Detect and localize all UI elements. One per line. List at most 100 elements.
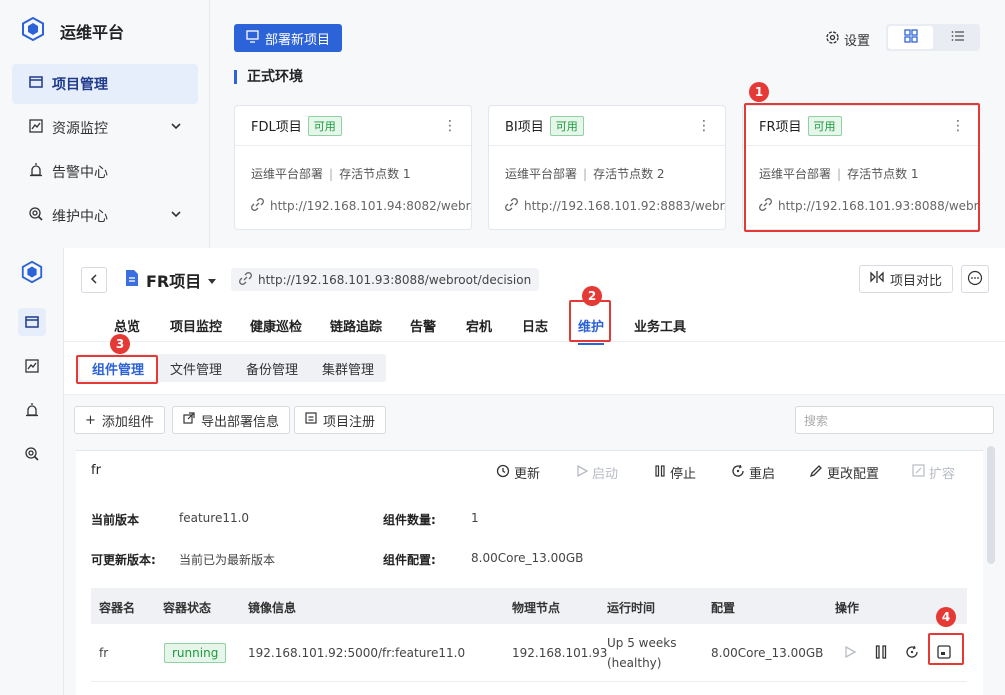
change-config-button[interactable]: 更改配置	[809, 463, 879, 482]
column-header: 运行时间	[607, 601, 656, 615]
folder-icon[interactable]	[18, 308, 46, 336]
more-icon[interactable]: ⋮	[443, 118, 457, 134]
project-compare-button[interactable]: 项目对比	[859, 265, 954, 293]
sidebar-item-resource-monitor[interactable]: 资源监控	[12, 108, 198, 148]
container-status-badge: running	[164, 643, 227, 663]
tab-trace[interactable]: 链路追踪	[330, 316, 382, 335]
scrollbar[interactable]	[987, 446, 995, 564]
link-icon	[505, 198, 518, 214]
start-button[interactable]: 启动	[576, 463, 618, 482]
export-deploy-info-button[interactable]: 导出部署信息	[172, 406, 291, 434]
chart-icon[interactable]	[18, 352, 46, 380]
tab-alarm[interactable]: 告警	[410, 316, 436, 335]
restart-icon	[731, 464, 745, 482]
project-url-text: http://192.168.101.93:8088/webr...	[778, 199, 979, 213]
project-url-text: http://192.168.101.93:8088/webroot/decis…	[258, 272, 532, 287]
scale-label: 扩容	[929, 467, 956, 482]
folder-icon	[28, 74, 44, 94]
deploy-icon	[246, 29, 259, 47]
logo: 运维平台	[20, 16, 124, 45]
more-icon[interactable]: ⋮	[697, 118, 711, 134]
alarm-icon[interactable]	[18, 396, 46, 424]
sidebar-item-alarm-center[interactable]: 告警中心	[12, 152, 198, 192]
subtab-cluster-management[interactable]: 集群管理	[310, 354, 386, 382]
subtab-backup-management[interactable]: 备份管理	[234, 354, 310, 382]
project-url[interactable]: http://192.168.101.92:8883/webr...	[489, 182, 725, 214]
detail-main: FR项目 http://192.168.101.93:8088/webroot/…	[64, 248, 1005, 695]
more-button[interactable]	[961, 265, 989, 293]
project-info: 运维平台部署 | 存活节点数 1	[759, 167, 919, 181]
wrench-icon	[28, 206, 44, 226]
update-label: 更新	[514, 467, 541, 482]
column-header: 操作	[835, 601, 860, 615]
tab-overview[interactable]: 总览	[114, 316, 140, 335]
compare-icon	[870, 270, 884, 288]
sidebar-item-label: 项目管理	[52, 77, 108, 93]
play-icon[interactable]	[840, 642, 860, 662]
deploy-source: 运维平台部署	[759, 167, 832, 181]
grid-view-button[interactable]	[888, 26, 933, 49]
table-row: fr running 192.168.101.92:5000/fr:featur…	[91, 624, 967, 682]
container-config: 8.00Core_13.00GB	[711, 646, 824, 660]
edit-icon	[809, 464, 823, 482]
tab-project-monitor[interactable]: 项目监控	[170, 316, 222, 335]
tab-health-inspection[interactable]: 健康巡检	[250, 316, 302, 335]
wrench-icon[interactable]	[18, 440, 46, 468]
add-component-button[interactable]: + 添加组件	[74, 406, 165, 434]
subtab-file-management[interactable]: 文件管理	[158, 354, 234, 382]
search-input[interactable]: 搜索	[795, 406, 994, 434]
start-label: 启动	[592, 467, 619, 482]
column-header: 容器名	[99, 601, 136, 615]
project-url[interactable]: http://192.168.101.93:8088/webroot/decis…	[231, 268, 540, 291]
updatable-version-value: 当前已为最新版本	[179, 553, 276, 567]
project-name: FR项目	[146, 272, 202, 291]
terminal-icon[interactable]	[934, 642, 954, 662]
restart-button[interactable]: 重启	[731, 463, 775, 482]
container-name: fr	[99, 646, 109, 660]
alarm-icon	[28, 162, 44, 182]
project-card[interactable]: BI项目 可用 ⋮ 运维平台部署 | 存活节点数 2 http://192.168.…	[488, 105, 726, 230]
project-url[interactable]: http://192.168.101.93:8088/webr...	[743, 182, 979, 214]
list-view-button[interactable]	[935, 24, 980, 51]
step-marker: 4	[936, 607, 956, 627]
deploy-project-button[interactable]: 部署新项目	[234, 24, 343, 52]
pause-icon	[654, 464, 666, 481]
tab-business-tools[interactable]: 业务工具	[634, 316, 686, 335]
export-icon	[183, 412, 195, 428]
physical-node: 192.168.101.93	[512, 646, 608, 660]
tab-downtime[interactable]: 宕机	[466, 316, 492, 335]
project-card[interactable]: FDL项目 可用 ⋮ 运维平台部署 | 存活节点数 1 http://192.168…	[234, 105, 472, 230]
alive-nodes: 存活节点数 1	[339, 167, 411, 181]
back-button[interactable]	[81, 267, 107, 293]
register-icon	[305, 412, 317, 428]
uptime-health: (healthy)	[607, 656, 662, 670]
more-icon	[967, 270, 983, 289]
grid-icon	[903, 29, 918, 46]
project-title[interactable]: FR项目	[124, 268, 217, 292]
project-card[interactable]: FR项目 可用 ⋮ 运维平台部署 | 存活节点数 1 http://192.168.…	[742, 105, 980, 230]
project-info: 运维平台部署 | 存活节点数 2	[505, 167, 665, 181]
image-info: 192.168.101.92:5000/fr:feature11.0	[248, 646, 466, 660]
stop-button[interactable]: 停止	[654, 463, 696, 482]
sidebar-item-project-management[interactable]: 项目管理	[12, 64, 198, 104]
more-icon[interactable]: ⋮	[951, 118, 965, 134]
tab-maintenance[interactable]: 维护	[578, 316, 605, 345]
tab-log[interactable]: 日志	[522, 316, 548, 335]
alive-nodes: 存活节点数 1	[847, 167, 919, 181]
update-button[interactable]: 更新	[496, 463, 540, 482]
project-register-button[interactable]: 项目注册	[294, 406, 387, 434]
pause-icon[interactable]	[871, 642, 891, 662]
history-icon	[496, 464, 510, 482]
scale-button[interactable]: 扩容	[912, 463, 955, 482]
sidebar-item-label: 维护中心	[52, 209, 108, 225]
project-url[interactable]: http://192.168.101.94:8082/webr...	[235, 182, 471, 214]
current-version-label: 当前版本	[91, 513, 140, 527]
subtab-component-management[interactable]: 组件管理	[80, 356, 157, 380]
stop-label: 停止	[670, 467, 697, 482]
step-marker: 2	[582, 286, 602, 306]
alive-nodes: 存活节点数 2	[593, 167, 665, 181]
component-card: fr 更新 启动 停止 重启 更改配置 扩容 当前版本 feature11.0 …	[76, 450, 983, 695]
restart-icon[interactable]	[902, 642, 922, 662]
sidebar-item-maintenance-center[interactable]: 维护中心	[12, 196, 198, 236]
settings-button[interactable]: 设置	[825, 30, 870, 49]
